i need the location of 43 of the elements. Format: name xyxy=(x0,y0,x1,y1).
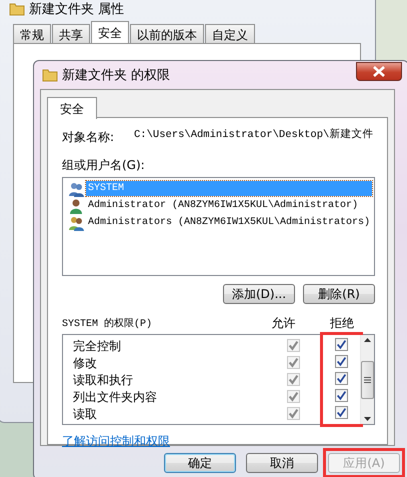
window-title: 新建文件夹 的权限 xyxy=(62,68,170,83)
users-icon xyxy=(68,214,84,230)
permission-name: 完全控制 xyxy=(73,338,122,354)
user-list-item[interactable]: Administrator (AN8ZYM6IW1X5KUL\Administrator) xyxy=(86,198,360,213)
remove-button[interactable]: 删除(R) xyxy=(303,284,375,304)
permission-name: 列出文件夹内容 xyxy=(73,388,158,406)
permission-name: 读取和执行 xyxy=(73,372,134,388)
dialog-button[interactable]: 取消 xyxy=(246,453,318,473)
tab[interactable]: 自定义 xyxy=(205,24,255,43)
add-button[interactable]: 添加(D)... xyxy=(223,284,295,304)
object-path: C:\Users\Administrator\Desktop\新建文件 xyxy=(134,128,374,143)
window-title: 新建文件夹 属性 xyxy=(29,2,124,17)
dialog-button[interactable]: 确定 xyxy=(164,453,236,473)
permission-name: 修改 xyxy=(73,354,98,372)
folder-icon xyxy=(9,2,25,16)
column-header: 拒绝 xyxy=(329,315,356,332)
tab[interactable]: 安全 xyxy=(47,97,97,119)
folder-icon xyxy=(42,68,58,82)
close-button[interactable] xyxy=(356,62,402,81)
checkbox[interactable] xyxy=(335,372,348,385)
users-icon xyxy=(68,180,84,196)
tab[interactable]: 常规 xyxy=(13,24,51,43)
tab[interactable]: 安全 xyxy=(91,21,129,43)
permission-name: 读取 xyxy=(73,406,98,422)
permissions-label: SYSTEM 的权限(P) xyxy=(62,317,154,332)
checkbox[interactable] xyxy=(335,406,348,419)
help-link[interactable]: 了解访问控制和权限 xyxy=(62,434,170,448)
group-label: 组或用户名(G): xyxy=(62,158,145,172)
checkbox[interactable] xyxy=(335,389,348,402)
scroll-up-icon xyxy=(364,338,371,342)
scroll-down-icon xyxy=(364,417,371,421)
checkbox[interactable] xyxy=(335,338,348,351)
user-icon xyxy=(68,198,84,214)
desktop-background xyxy=(376,0,407,60)
user-list-item[interactable]: Administrators (AN8ZYM6IW1X5KUL\Administrators) xyxy=(86,215,372,230)
object-name-label: 对象名称: xyxy=(62,129,116,146)
close-icon xyxy=(372,66,386,77)
grip-icon xyxy=(364,376,371,382)
checkbox[interactable] xyxy=(335,355,348,368)
column-header: 允许 xyxy=(270,315,296,332)
tab[interactable]: 以前的版本 xyxy=(130,24,204,43)
scrollbar[interactable] xyxy=(360,335,374,424)
tab[interactable]: 共享 xyxy=(52,24,90,43)
